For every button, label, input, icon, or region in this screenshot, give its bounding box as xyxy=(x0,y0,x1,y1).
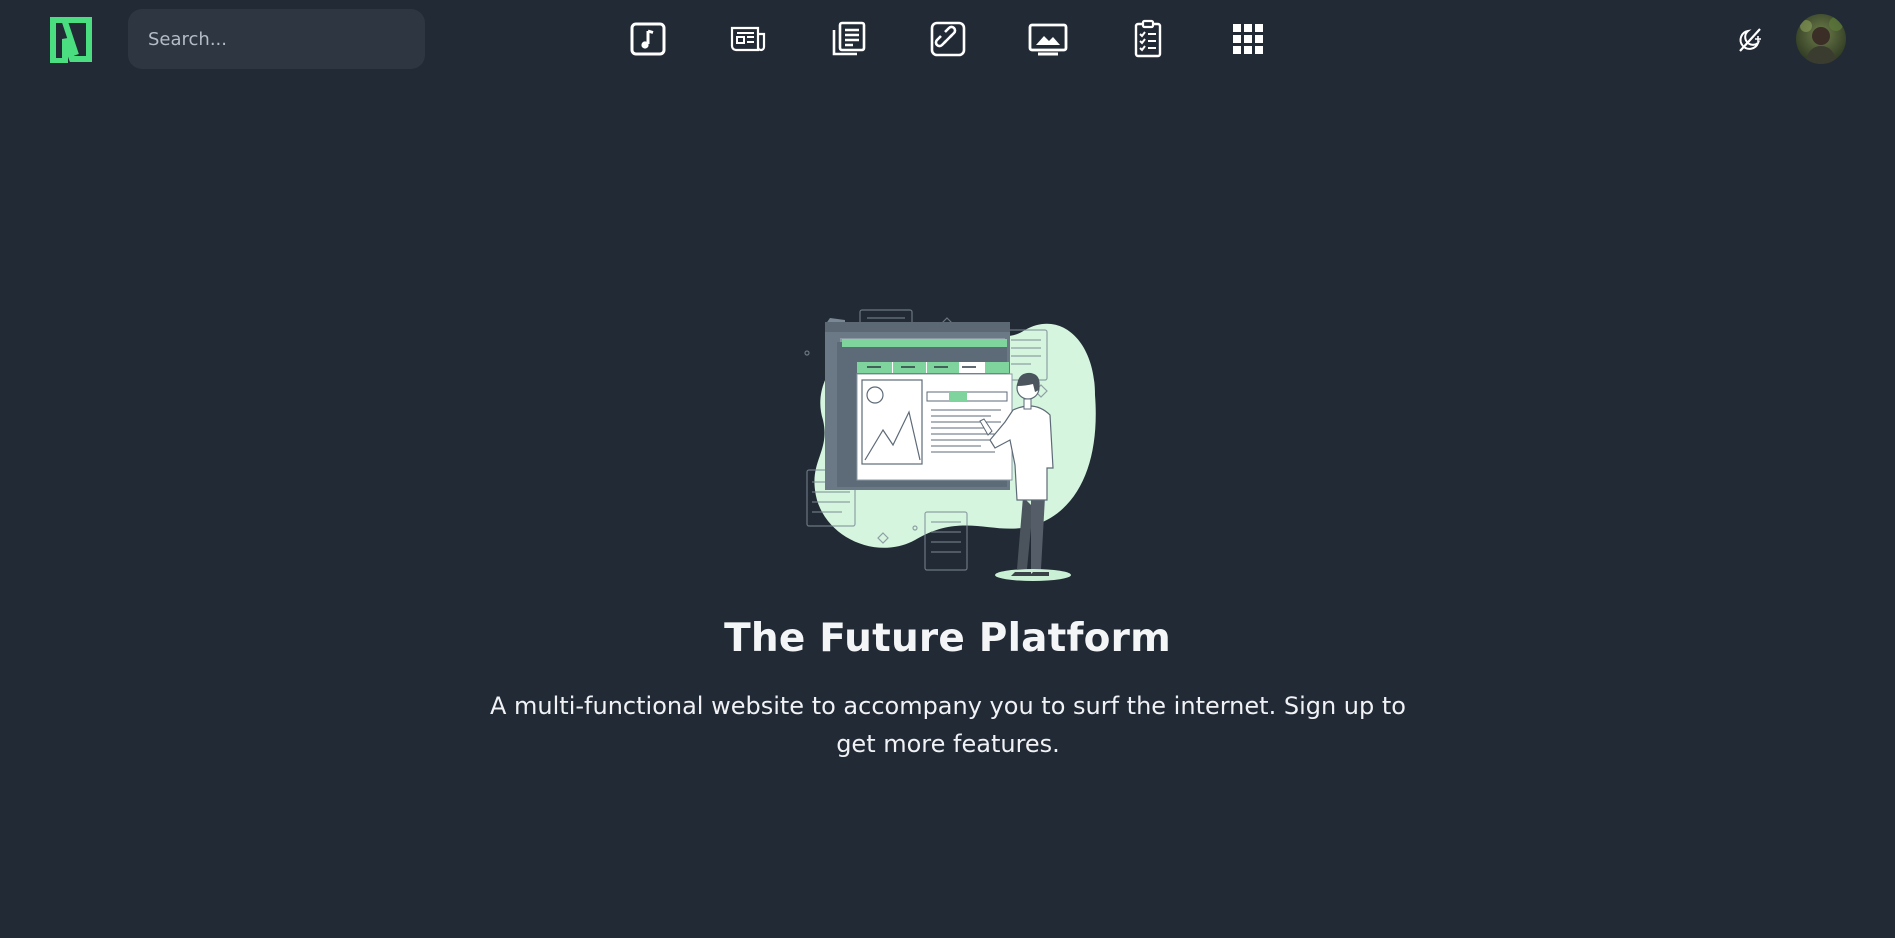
hero-title: The Future Platform xyxy=(724,616,1171,661)
hero-subtitle: A multi-functional website to accompany … xyxy=(490,692,1406,758)
user-avatar[interactable] xyxy=(1796,14,1846,64)
image-icon[interactable] xyxy=(1027,18,1069,60)
search-input[interactable] xyxy=(128,9,425,69)
link-icon[interactable] xyxy=(927,18,969,60)
grid-apps-icon[interactable] xyxy=(1227,18,1269,60)
documents-icon[interactable] xyxy=(827,18,869,60)
person-at-dashboard-illustration xyxy=(795,300,1100,585)
newspaper-icon[interactable] xyxy=(727,18,769,60)
n-logo-icon[interactable] xyxy=(50,17,92,64)
theme-toggle-icon[interactable] xyxy=(1735,25,1765,55)
top-navigation-bar xyxy=(0,0,1895,78)
music-note-icon[interactable] xyxy=(627,18,669,60)
clipboard-checklist-icon[interactable] xyxy=(1127,18,1169,60)
